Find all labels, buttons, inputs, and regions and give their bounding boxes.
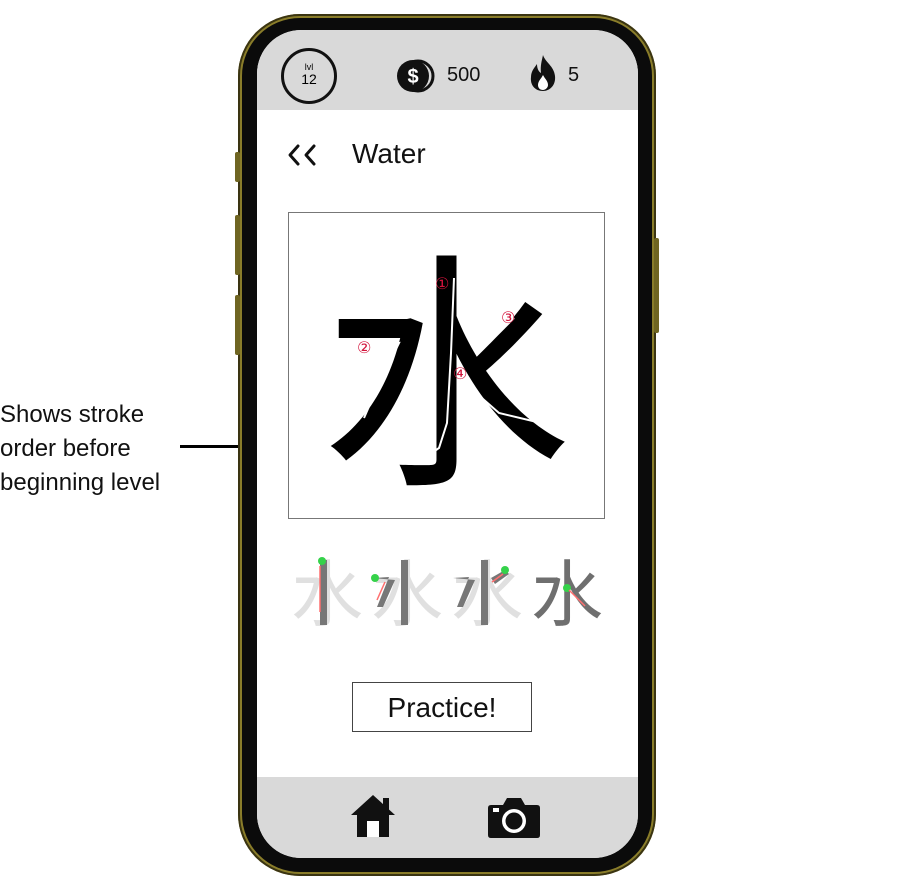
- annotation-text: Shows stroke order before beginning leve…: [0, 398, 160, 500]
- phone-volume-up-button: [235, 215, 240, 275]
- camera-icon[interactable]: [487, 795, 541, 839]
- stroke-order-diagram: 水 ① ② ③ ④: [321, 233, 571, 524]
- annotation-line: order before: [0, 435, 131, 462]
- stroke-step-3: 水: [451, 553, 523, 632]
- status-bar: lvl 12 $ 500 5: [257, 30, 638, 110]
- home-icon[interactable]: [350, 793, 396, 839]
- phone-power-button: [654, 238, 659, 333]
- bottom-nav: [257, 777, 638, 858]
- annotation-line: beginning level: [0, 469, 161, 496]
- stroke-order-panel: 水 ① ② ③ ④: [288, 212, 605, 524]
- stroke-number-1: ①: [435, 274, 449, 293]
- practice-button[interactable]: Practice!: [352, 682, 532, 732]
- level-value: 12: [301, 71, 317, 87]
- stroke-number-4: ④: [453, 364, 467, 383]
- stroke-step-2: 水: [371, 553, 443, 632]
- fire-icon: [530, 55, 556, 91]
- stroke-number-3: ③: [501, 308, 515, 327]
- coin-icon: $: [397, 59, 435, 93]
- stroke-step-4: 水: [531, 553, 603, 632]
- phone-volume-down-button: [235, 295, 240, 355]
- stroke-steps-row: 水 水 水 水: [287, 552, 617, 632]
- coin-count: 500: [447, 64, 481, 86]
- svg-text:$: $: [407, 66, 418, 88]
- phone-side-button: [235, 152, 240, 182]
- stroke-number-2: ②: [357, 338, 371, 357]
- back-button[interactable]: [285, 140, 321, 170]
- phone-screen: lvl 12 $ 500 5 Water 水 ① ② ③ ④ 水 Practic…: [257, 30, 638, 858]
- annotation-line: Shows stroke: [0, 401, 145, 428]
- level-badge: lvl 12: [281, 48, 337, 104]
- stroke-step-glyph: 水: [531, 553, 603, 632]
- stroke-step-1: 水: [291, 553, 363, 632]
- streak-count: 5: [568, 64, 580, 86]
- page-title: Water: [352, 138, 426, 169]
